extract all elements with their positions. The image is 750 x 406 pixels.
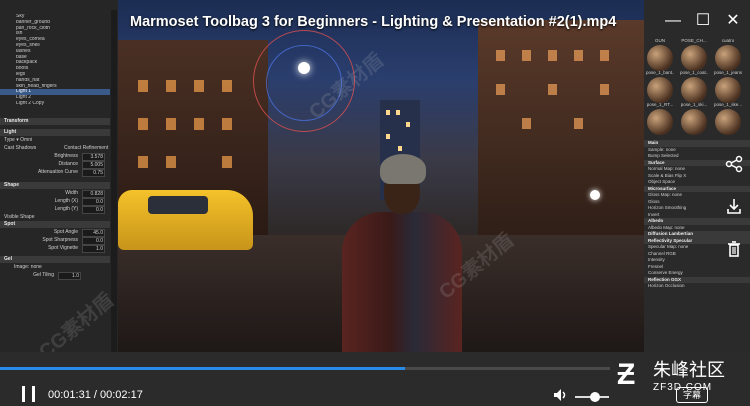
shape-header: Shape (0, 182, 110, 189)
brand-name: 朱峰社区 (653, 360, 725, 380)
material-thumbnail[interactable]: pose_1_ski... (680, 102, 708, 136)
material-thumbnail[interactable]: pose_1_coat... (680, 70, 708, 104)
property-label: Spot Vignette (48, 245, 78, 251)
property-label: Distance (58, 161, 78, 167)
property-row: Distance 5.005 (0, 160, 110, 169)
material-preview-sphere (681, 109, 707, 135)
material-name: pose_1_ske... (714, 102, 742, 107)
property-row: Width 0.828 (0, 189, 110, 198)
material-thumbnail[interactable]: pose_1_ske... (714, 102, 742, 136)
share-icon[interactable] (722, 155, 746, 179)
material-name: POSE_CH... (681, 38, 707, 43)
close-icon[interactable]: ✕ (722, 10, 744, 32)
property-label: Spot Angle (53, 229, 78, 235)
property-row: Length (X) 0.0 (0, 197, 110, 206)
gel-header: Gel (0, 256, 110, 263)
material-name: pose_1_RT... (646, 102, 674, 107)
property-label: Attenuation Curve (37, 169, 78, 175)
property-row: Brightness 3.578 (0, 152, 110, 161)
material-thumbnail[interactable]: GUN (646, 38, 674, 72)
yellow-taxi (118, 190, 253, 250)
property-value-field[interactable]: 0.75 (82, 169, 105, 177)
progress-bar[interactable] (0, 367, 610, 370)
material-preview-sphere (715, 109, 741, 135)
property-row: Attenuation Curve 0.75 (0, 168, 110, 177)
property-label: Brightness (54, 153, 78, 159)
light-header: Light (0, 129, 110, 136)
spot-header: Spot (0, 221, 110, 228)
property-row: Length (Y) 0.0 (0, 205, 110, 214)
property-row: Spot Vignette 1.0 (0, 244, 110, 253)
contact-refinement-label: Contact Refinement (64, 145, 109, 151)
property-row: Spot Sharpness 0.0 (0, 236, 110, 245)
material-preview-sphere (681, 45, 707, 71)
minimize-icon[interactable]: — (662, 10, 684, 32)
shadow-row: Cast Shadows Contact Refinement (0, 144, 110, 152)
material-thumbnail[interactable]: pose_1_RT... (646, 102, 674, 136)
type-row: Type ▾ Omni (4, 137, 33, 143)
property-label: Length (X) (54, 198, 78, 204)
material-thumbnail[interactable]: pose_1_bant... (646, 70, 674, 104)
property-label: Width (65, 190, 78, 196)
maximize-icon[interactable]: ☐ (692, 10, 714, 32)
viewport-scene (118, 0, 648, 352)
light-gizmo-sun-icon[interactable] (298, 62, 310, 74)
gel-image-row: Image: none (14, 264, 42, 270)
light-marker-icon[interactable] (590, 190, 600, 200)
material-preview-sphere (715, 77, 741, 103)
material-preview-sphere (647, 45, 673, 71)
material-thumbnail[interactable]: pose_1_jeans... (714, 70, 742, 104)
progress-fill (0, 367, 406, 370)
pause-icon[interactable] (22, 386, 36, 402)
material-preview-sphere (647, 109, 673, 135)
gel-tiling-row: Gel Tiling 1.0 (33, 272, 81, 280)
property-row[interactable]: Horizon Occlusion (644, 283, 750, 290)
material-name: GUN (655, 38, 665, 43)
material-name: cuatro (721, 38, 735, 43)
transform-header: Transform (0, 118, 110, 125)
brand-logo-icon: Ƶ (617, 358, 636, 391)
download-icon[interactable] (722, 197, 746, 221)
visible-shape-row: Visible Shape (4, 214, 35, 220)
time-display: 00:01:31 / 00:02:17 (48, 389, 143, 401)
video-title: Marmoset Toolbag 3 for Beginners - Light… (130, 14, 617, 30)
material-preview-sphere (715, 45, 741, 71)
building-right (478, 20, 648, 250)
material-name: pose_1_bant... (646, 70, 674, 75)
trash-icon[interactable] (722, 240, 746, 264)
material-name: pose_1_ski... (680, 102, 708, 107)
time-separator: / (90, 389, 100, 401)
material-name: pose_1_coat... (680, 70, 708, 75)
property-label: Spot Sharpness (42, 237, 78, 243)
property-row: Spot Angle 45.0 (0, 228, 110, 237)
material-thumbnail[interactable]: POSE_CH... (680, 38, 708, 72)
material-thumbnail[interactable]: cuatro (714, 38, 742, 72)
tree-item[interactable]: Light 2 Copy (0, 101, 110, 107)
current-time: 00:01:31 (48, 389, 91, 401)
scene-tree: Sky banner_ground pan_rock_cloth lsh eyes_co… (0, 14, 110, 107)
character-model (342, 152, 462, 352)
material-preview-sphere (681, 77, 707, 103)
material-preview-sphere (647, 77, 673, 103)
duration: 00:02:17 (100, 389, 143, 401)
material-name: pose_1_jeans... (714, 70, 742, 75)
volume-icon[interactable] (553, 387, 569, 406)
subtitle-button[interactable]: 字幕 (676, 387, 708, 403)
video-player: Sky banner_ground pan_rock_cloth lsh eyes_co… (0, 0, 750, 406)
property-label: Length (Y) (54, 206, 78, 212)
property-value-field[interactable]: 1.0 (82, 245, 105, 253)
